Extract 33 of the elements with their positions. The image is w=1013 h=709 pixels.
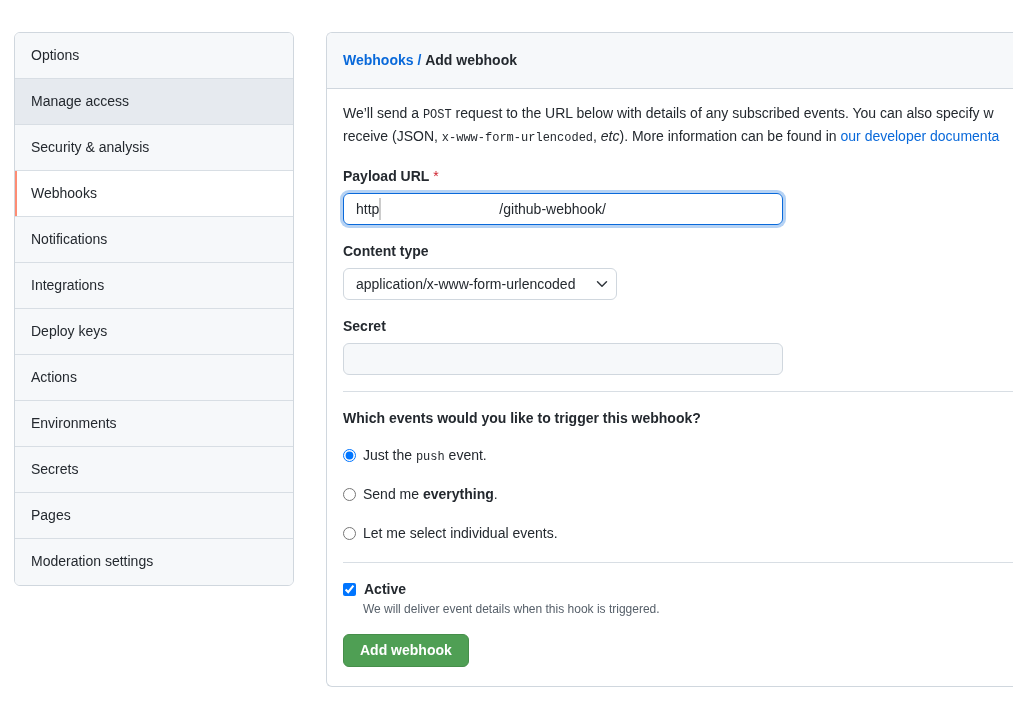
sidebar-item[interactable]: Options — [15, 33, 293, 79]
breadcrumb-link[interactable]: Webhooks — [343, 50, 414, 71]
sidebar-item[interactable]: Environments — [15, 401, 293, 447]
url-field[interactable]: http /github-webhook/ — [343, 193, 783, 225]
active-checkbox[interactable] — [343, 583, 356, 596]
help-text: We will deliver event details when this hook is triggered. — [362, 601, 661, 618]
radio-button[interactable] — [343, 488, 356, 501]
sidebar-item[interactable]: Manage access — [15, 79, 293, 125]
sidebar-item[interactable]: Security & analysis — [15, 125, 293, 171]
radio-label: Let me select individual events. — [363, 524, 558, 543]
field-label: Secret — [343, 317, 386, 336]
checkbox-label: Active — [364, 580, 407, 599]
sidebar-item[interactable]: Webhooks — [15, 171, 293, 217]
sidebar-item[interactable]: Pages — [15, 493, 293, 539]
secret-field[interactable] — [343, 343, 783, 375]
section-heading: Which events would you like to trigger this webhook? — [343, 410, 701, 426]
radio-label: Just the push event. — [363, 446, 487, 466]
sidebar-item[interactable]: Moderation settings — [15, 539, 293, 585]
content-type-select[interactable]: application/x-www-form-urlencoded — [343, 268, 617, 300]
sidebar-item[interactable]: Secrets — [15, 447, 293, 493]
radio-button[interactable] — [343, 449, 356, 462]
field-label: Payload URL — [343, 167, 430, 186]
field-label: Content type — [343, 242, 429, 261]
radio-label: Send me everything. — [363, 485, 498, 504]
required-mark: * — [433, 168, 439, 184]
documentation-link[interactable]: our developer documenta — [840, 128, 1000, 144]
radio-button[interactable] — [343, 527, 356, 540]
sidebar-item[interactable]: Integrations — [15, 263, 293, 309]
page-title: Add webhook — [425, 51, 517, 70]
sidebar-item[interactable]: Notifications — [15, 217, 293, 263]
sidebar-item[interactable]: Actions — [15, 355, 293, 401]
sidebar-item[interactable]: Deploy keys — [15, 309, 293, 355]
breadcrumb-separator: / — [417, 51, 422, 70]
